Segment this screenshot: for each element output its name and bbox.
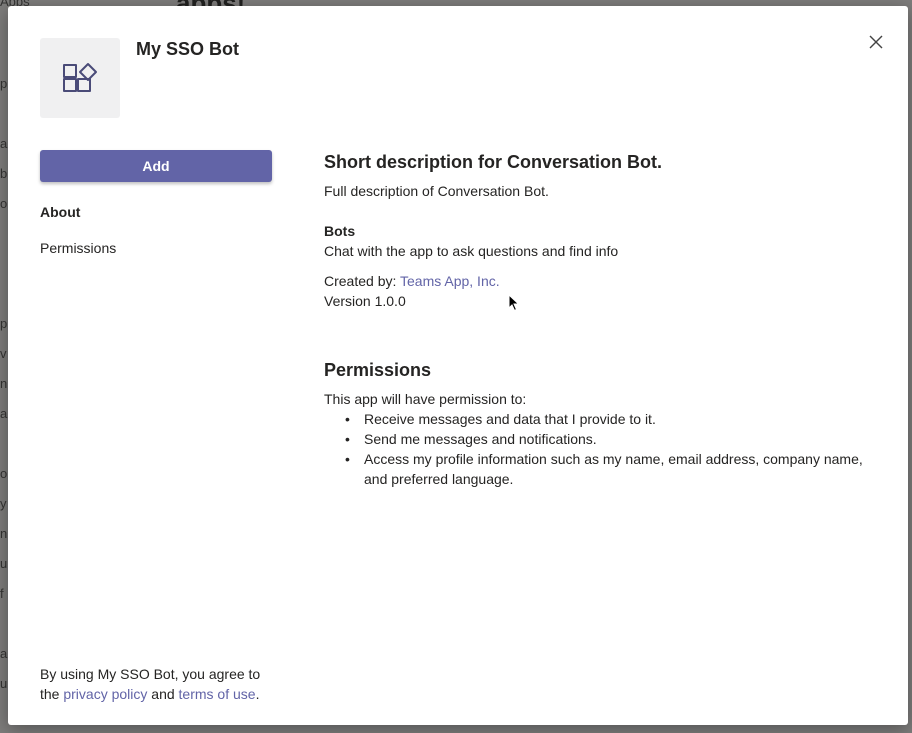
app-icon-tile: [40, 38, 120, 118]
nav-item-about[interactable]: About: [40, 204, 80, 220]
bots-text: Chat with the app to ask questions and f…: [324, 243, 619, 259]
footer-period: .: [255, 686, 260, 702]
close-icon: [868, 34, 884, 55]
apps-icon: [60, 56, 100, 101]
bots-title: Bots: [324, 223, 356, 239]
list-item: • Receive messages and data that I provid…: [345, 409, 884, 429]
list-item: • Send me messages and notifications.: [345, 429, 884, 449]
terms-footer: By using My SSO Bot, you agree to the pr…: [40, 664, 280, 704]
nav-item-permissions[interactable]: Permissions: [40, 240, 116, 256]
permission-text: Receive messages and data that I provide…: [364, 411, 656, 427]
full-description: Full description of Conversation Bot.: [324, 183, 549, 199]
permission-text: Access my profile information such as my…: [364, 451, 863, 487]
created-by-label: Created by:: [324, 273, 397, 289]
list-item: • Access my profile information such as m…: [345, 449, 884, 489]
details-content: Short description for Conversation Bot. …: [324, 151, 884, 489]
permissions-intro: This app will have permission to:: [324, 391, 527, 407]
app-details-dialog: My SSO Bot Add About Permissions Short d…: [8, 6, 908, 725]
terms-of-use-link[interactable]: terms of use: [179, 686, 256, 702]
permissions-list: • Receive messages and data that I provid…: [324, 409, 884, 489]
close-button[interactable]: [864, 32, 888, 56]
bullet-icon: •: [345, 451, 350, 467]
short-description: Short description for Conversation Bot.: [324, 152, 663, 172]
permissions-title: Permissions: [324, 360, 432, 380]
add-button[interactable]: Add: [40, 150, 272, 182]
permission-text: Send me messages and notifications.: [364, 431, 597, 447]
privacy-policy-link[interactable]: privacy policy: [63, 686, 147, 702]
mouse-cursor-icon: [508, 293, 520, 317]
footer-and-text: and: [151, 686, 175, 702]
publisher-link[interactable]: Teams App, Inc.: [400, 273, 500, 289]
bullet-icon: •: [345, 411, 350, 427]
created-by: Created by: Teams App, Inc.: [324, 271, 884, 291]
app-title: My SSO Bot: [136, 39, 240, 59]
version-text: Version 1.0.0: [324, 293, 406, 309]
bullet-icon: •: [345, 431, 350, 447]
